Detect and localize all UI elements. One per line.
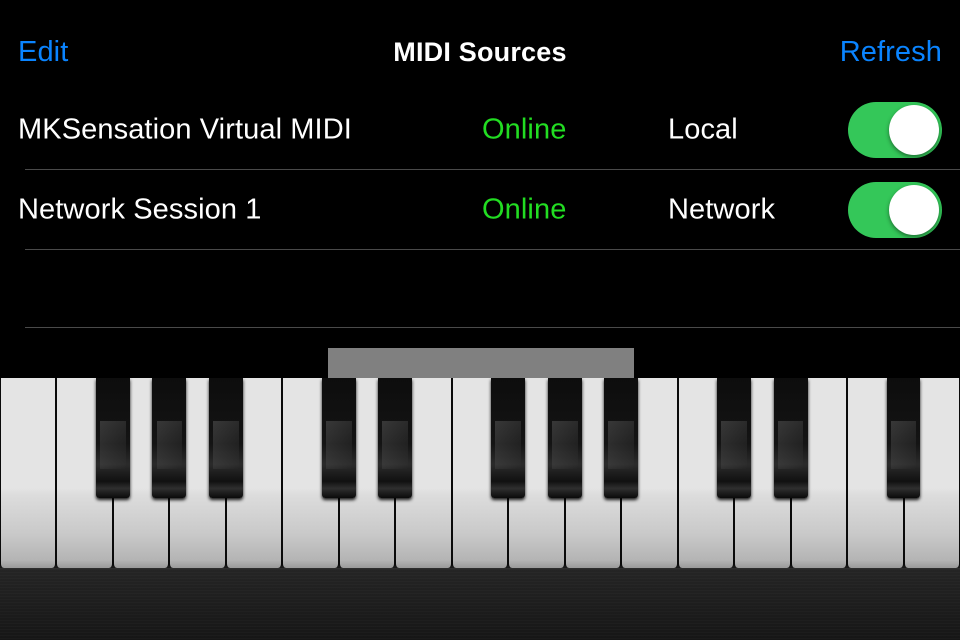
- bottom-toolbar: MIDI Sources Panic Channel Keyboard CPU:…: [0, 568, 960, 640]
- source-kind-label: Network: [668, 193, 776, 226]
- piano-black-key[interactable]: [604, 378, 639, 498]
- piano-black-key[interactable]: [773, 378, 808, 498]
- piano-black-key[interactable]: [491, 378, 526, 498]
- source-kind-label: Local: [668, 113, 738, 146]
- status-badge: Online: [482, 113, 567, 146]
- piano-black-key[interactable]: [717, 378, 752, 498]
- piano-white-key[interactable]: [0, 378, 57, 568]
- piano-black-key[interactable]: [208, 378, 243, 498]
- piano-black-key[interactable]: [321, 378, 356, 498]
- table-row[interactable]: MKSensation Virtual MIDI Online Local: [0, 90, 960, 170]
- table-row[interactable]: Network Session 1 Online Network: [0, 170, 960, 250]
- source-name: Network Session 1: [18, 193, 262, 226]
- list-bottom-separator: [25, 327, 960, 328]
- source-name: MKSensation Virtual MIDI: [18, 113, 352, 146]
- source-toggle[interactable]: [848, 182, 942, 238]
- keyboard-scroll-indicator[interactable]: [328, 348, 634, 378]
- app-root: Edit MIDI Sources Refresh MKSensation Vi…: [0, 0, 960, 640]
- navigation-bar: Edit MIDI Sources Refresh: [0, 0, 960, 88]
- source-toggle[interactable]: [848, 102, 942, 158]
- row-separator: [25, 249, 960, 250]
- piano-black-key[interactable]: [886, 378, 921, 498]
- piano-black-key[interactable]: [547, 378, 582, 498]
- piano-black-key[interactable]: [96, 378, 130, 498]
- status-badge: Online: [482, 193, 567, 226]
- piano-black-key[interactable]: [152, 378, 187, 498]
- toggle-knob: [889, 185, 939, 235]
- page-title: MIDI Sources: [393, 37, 567, 67]
- midi-sources-list: MKSensation Virtual MIDI Online Local Ne…: [0, 90, 960, 250]
- piano-black-key[interactable]: [378, 378, 413, 498]
- piano-keyboard[interactable]: [0, 378, 960, 568]
- toggle-knob: [889, 105, 939, 155]
- refresh-button[interactable]: Refresh: [840, 36, 942, 69]
